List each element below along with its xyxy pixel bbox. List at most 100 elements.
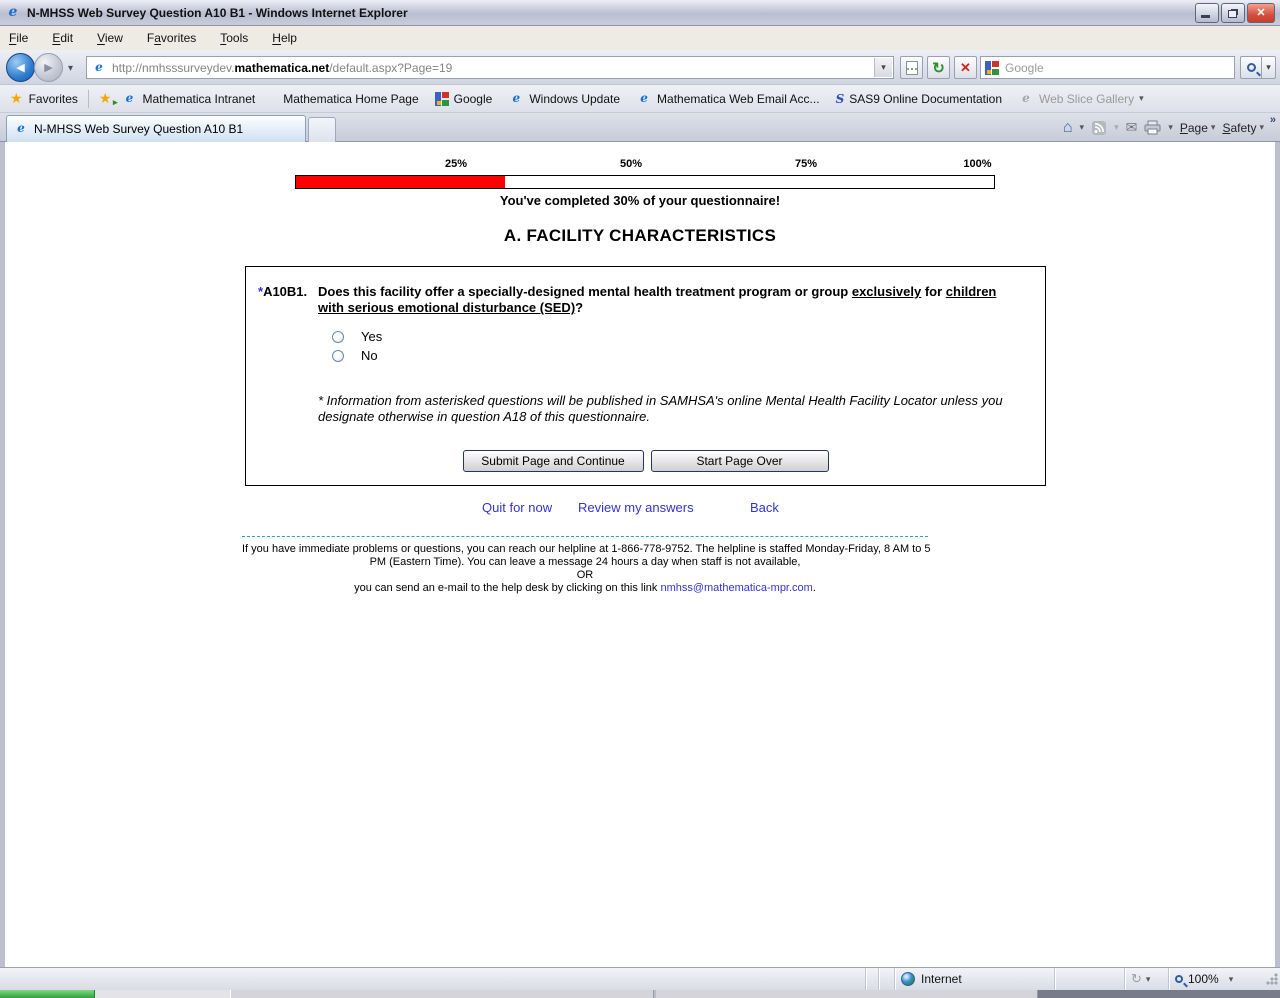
search-input[interactable]: Google <box>980 56 1235 79</box>
favorite-link-web-slice-gallery[interactable]: e Web Slice Gallery ▾ <box>1018 91 1144 107</box>
add-favorite-star-icon: ★ <box>98 90 112 106</box>
menu-item-view[interactable]: View <box>97 31 123 45</box>
section-title: A. FACILITY CHARACTERISTICS <box>503 226 777 245</box>
favorites-button[interactable]: Favorites <box>29 92 78 106</box>
radio-no[interactable] <box>332 349 344 362</box>
progress-tick-75: 75% <box>794 158 818 170</box>
help-desk-email-link[interactable]: nmhss@mathematica-mpr.com <box>660 582 812 594</box>
windows-taskbar <box>0 990 1280 998</box>
favorite-link-mathematica-home-page[interactable]: Mathematica Home Page <box>283 92 418 106</box>
search-placeholder: Google <box>1005 60 1044 75</box>
menu-bar: File Edit View Favorites Tools Help <box>0 26 1280 50</box>
address-toolbar: ◀ ▶ ▾ e http://nmhsssurveydev.mathematic… <box>0 50 1280 85</box>
forward-button[interactable]: ▶ <box>34 53 63 82</box>
zoom-magnifier-icon <box>1175 975 1183 983</box>
menu-item-favorites[interactable]: Favorites <box>147 31 196 45</box>
question-number: *A10B1. <box>258 284 308 299</box>
google-logo-icon <box>434 91 449 106</box>
add-favorite-button[interactable]: ★ ▸ <box>98 90 118 107</box>
compatibility-view-button[interactable] <box>900 56 923 79</box>
compatibility-view-icon <box>905 60 918 75</box>
minimize-button[interactable] <box>1195 2 1219 23</box>
review-my-answers-link[interactable]: Review my answers <box>578 500 694 515</box>
page-menu-button[interactable]: Page ▾ <box>1180 121 1216 135</box>
refresh-button[interactable]: ↻ <box>927 56 950 79</box>
new-tab-stub[interactable] <box>308 117 336 142</box>
add-favorite-arrow-icon: ▸ <box>112 97 118 107</box>
url-text: http://nmhsssurveydev.mathematica.net/de… <box>112 60 453 75</box>
progress-bar <box>295 175 995 189</box>
tab-title: N-MHSS Web Survey Question A10 B1 <box>34 122 244 136</box>
start-page-over-button[interactable]: Start Page Over <box>650 450 829 472</box>
zoom-control[interactable]: 100% ▾ <box>1168 968 1260 990</box>
menu-item-tools[interactable]: Tools <box>220 31 248 45</box>
favorite-link-mathematica-intranet[interactable]: e Mathematica Intranet <box>121 90 256 107</box>
stop-button[interactable]: ✕ <box>954 56 977 79</box>
chevron-down-icon: ▾ <box>1266 62 1271 72</box>
internet-globe-icon <box>901 972 915 986</box>
menu-item-file[interactable]: File <box>9 31 28 45</box>
progress-tick-50: 50% <box>619 158 643 170</box>
home-button[interactable]: ⌂ <box>1063 119 1073 137</box>
feeds-button[interactable] <box>1091 120 1107 136</box>
radio-yes[interactable] <box>332 330 344 343</box>
submit-page-button[interactable]: Submit Page and Continue <box>462 450 644 472</box>
search-options-dropdown[interactable]: ▾ <box>1262 56 1276 79</box>
favorite-link-windows-update[interactable]: e Windows Update <box>508 91 621 107</box>
ie-logo-icon: e <box>8 3 18 20</box>
menu-item-edit[interactable]: Edit <box>52 31 73 45</box>
print-dropdown[interactable]: ▾ <box>1168 122 1173 133</box>
protected-mode-button[interactable]: ↻ ▾ <box>1124 968 1168 990</box>
chevron-down-icon: ▾ <box>1210 122 1216 132</box>
more-toolbar-chevron[interactable]: » <box>1270 114 1276 126</box>
print-button[interactable] <box>1144 120 1161 135</box>
safety-menu-button[interactable]: Safety ▾ <box>1222 121 1264 135</box>
sas-logo-icon: S <box>835 91 845 106</box>
favorites-star-icon: ★ <box>10 90 23 106</box>
question-box: *A10B1. Does this facility offer a speci… <box>245 266 1046 486</box>
option-no[interactable]: No <box>332 348 378 363</box>
option-yes-label: Yes <box>361 329 383 344</box>
browser-window: e N-MHSS Web Survey Question A10 B1 - Wi… <box>0 0 1280 998</box>
rss-feed-icon <box>1092 120 1107 135</box>
helpline-line3: you can send an e-mail to the help desk … <box>354 582 816 594</box>
page-icon: e <box>95 59 103 74</box>
home-dropdown[interactable]: ▾ <box>1080 122 1085 133</box>
ie-page-icon: e <box>125 90 134 105</box>
back-link[interactable]: Back <box>750 500 779 515</box>
start-button[interactable] <box>0 990 95 998</box>
progress-bar-fill <box>296 176 506 188</box>
close-button[interactable]: ✕ <box>1247 2 1275 23</box>
favorite-link-mathematica-web-email[interactable]: e Mathematica Web Email Acc... <box>636 91 819 107</box>
back-button[interactable]: ◀ <box>6 53 35 82</box>
taskbar-window-button[interactable] <box>656 990 1038 998</box>
favorite-link-sas9-documentation[interactable]: S SAS9 Online Documentation <box>836 92 1002 106</box>
history-dropdown[interactable]: ▾ <box>68 63 73 74</box>
option-yes[interactable]: Yes <box>332 329 382 344</box>
address-dropdown-button[interactable]: ▾ <box>874 58 892 77</box>
taskbar-window-button[interactable] <box>230 990 654 998</box>
zoom-level: 100% <box>1188 972 1219 986</box>
favorite-link-google[interactable]: Google <box>434 91 492 106</box>
helpline-or: OR <box>576 569 594 581</box>
chevron-down-icon: ▾ <box>881 62 886 72</box>
address-input[interactable]: e http://nmhsssurveydev.mathematica.net/… <box>86 56 894 79</box>
mail-button[interactable]: ✉ <box>1126 119 1138 136</box>
restore-button[interactable] <box>1221 2 1245 23</box>
google-logo-icon <box>985 60 999 75</box>
quit-for-now-link[interactable]: Quit for now <box>482 500 552 515</box>
search-icon <box>1246 63 1256 72</box>
chevron-down-icon: ▾ <box>1228 973 1234 984</box>
chevron-down-icon: ▾ <box>1145 973 1151 984</box>
resize-grip[interactable] <box>1266 973 1278 985</box>
feeds-dropdown[interactable]: ▾ <box>1114 122 1119 133</box>
minimize-icon <box>1201 14 1210 18</box>
option-no-label: No <box>361 348 378 363</box>
menu-item-help[interactable]: Help <box>272 31 297 45</box>
protected-mode-icon: ↻ <box>1131 971 1142 986</box>
button-row: Submit Page and Continue Start Page Over <box>246 450 1045 472</box>
tab-active[interactable]: e N-MHSS Web Survey Question A10 B1 <box>6 115 306 142</box>
chevron-down-icon: ▾ <box>1139 93 1144 103</box>
search-button[interactable] <box>1240 56 1262 79</box>
navigation-links: Quit for now Review my answers Back <box>5 500 1275 516</box>
